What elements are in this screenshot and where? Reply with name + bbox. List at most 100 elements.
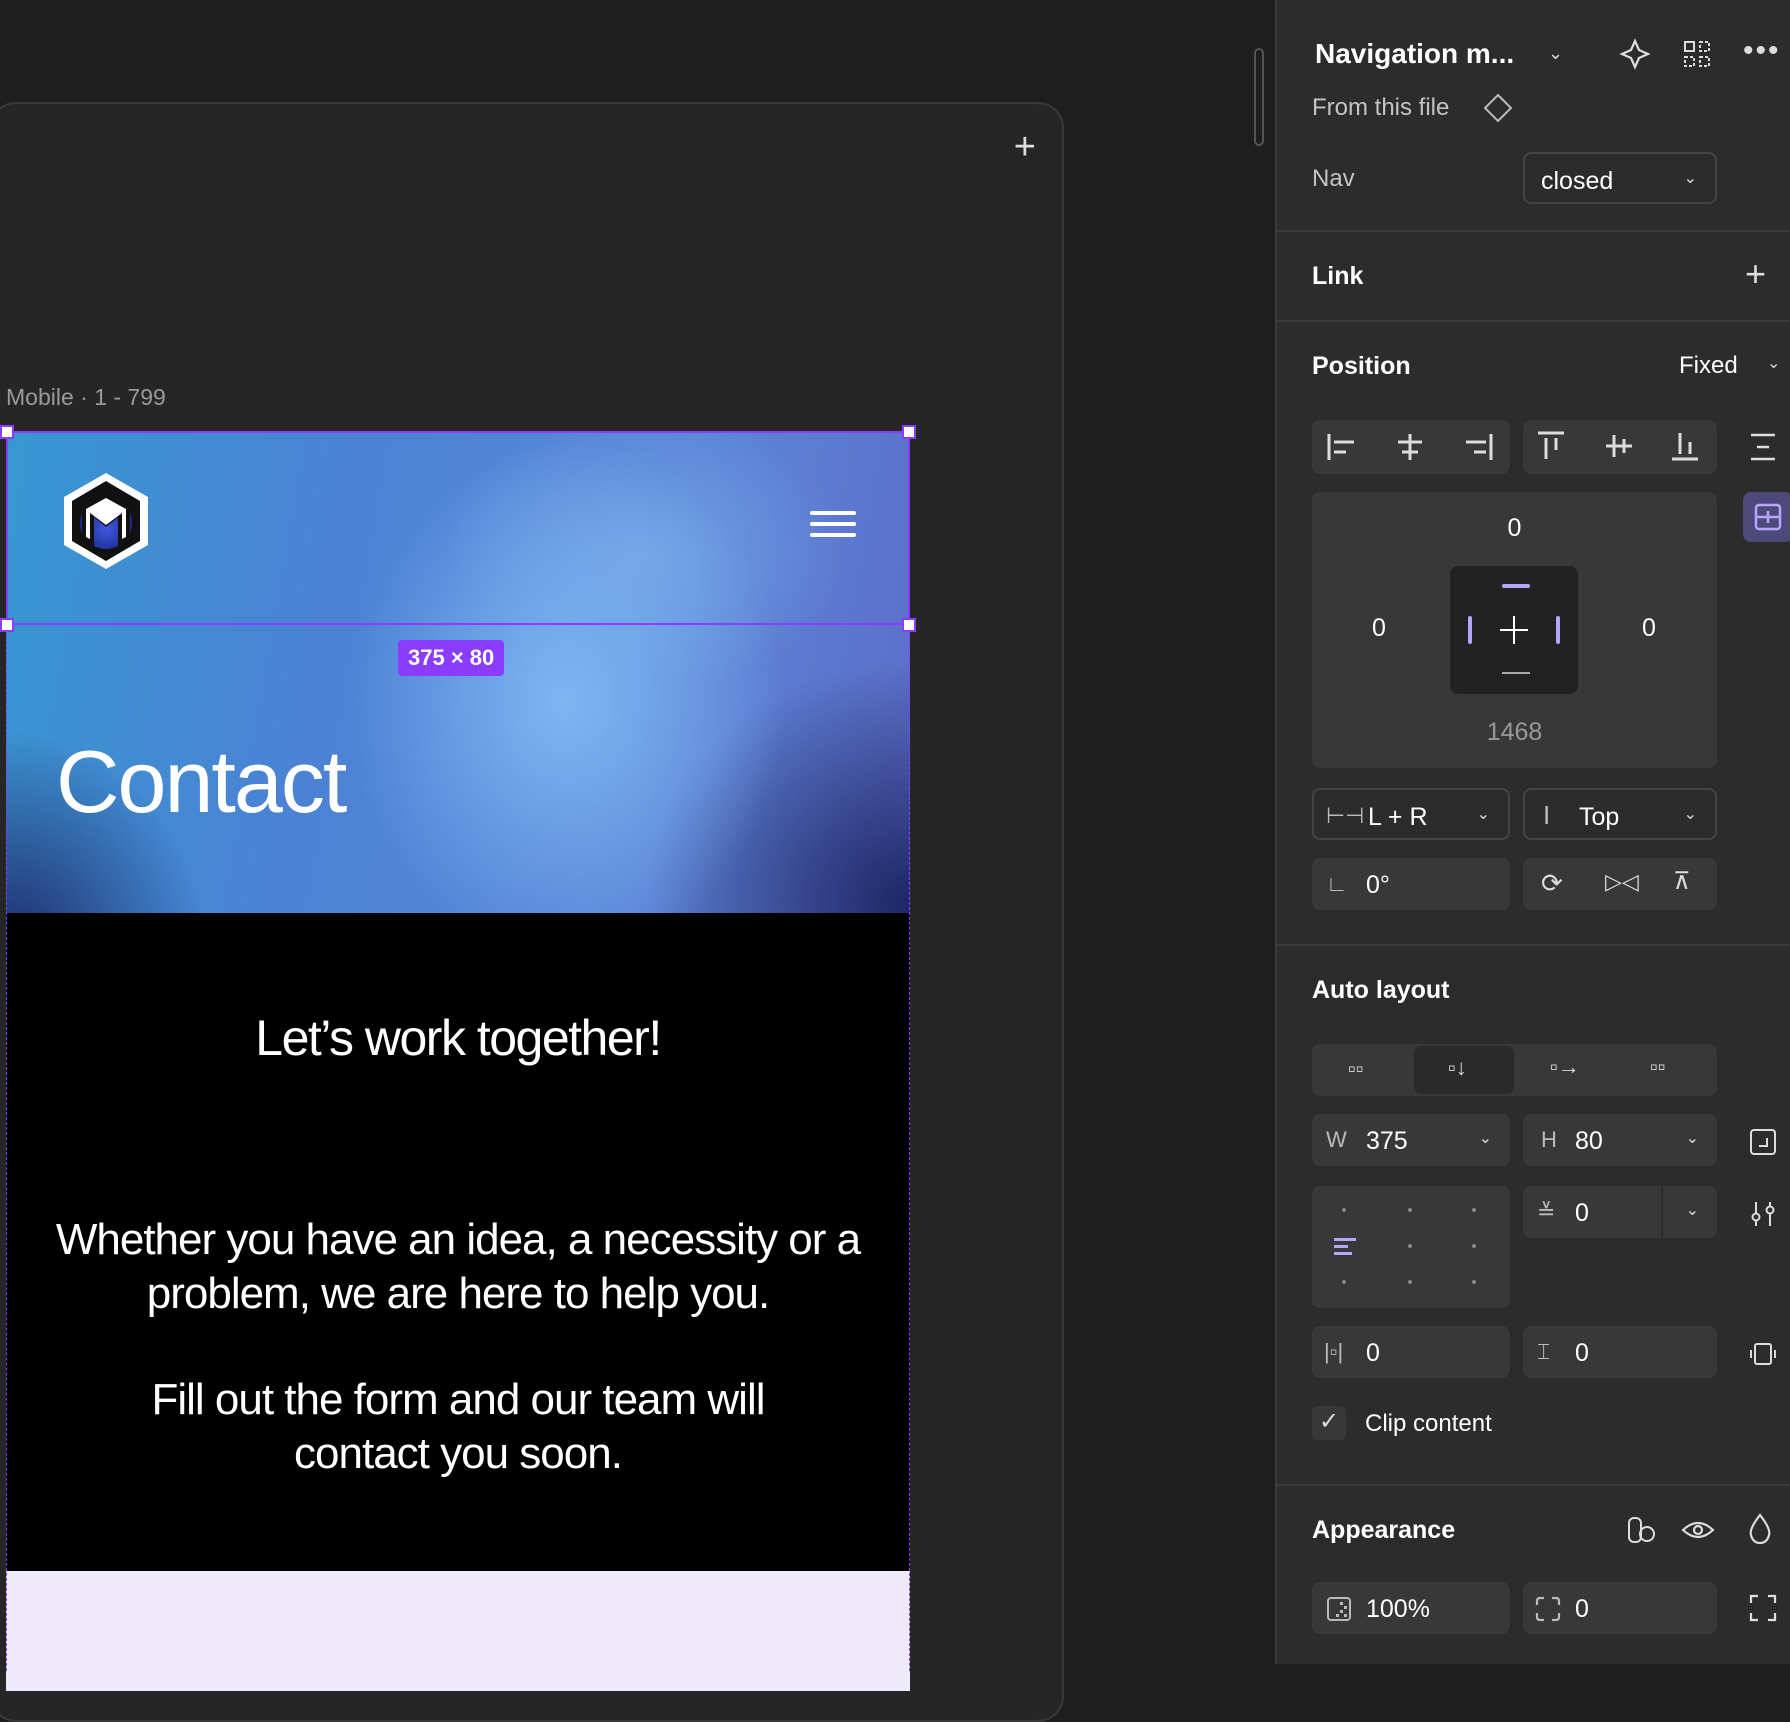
vertical-padding-value: 0 [1575, 1339, 1589, 1367]
horizontal-constraint-value: L + R [1368, 803, 1428, 831]
arrow-down-icon: ▫↓ [1448, 1055, 1467, 1080]
chevron-down-icon: ⌄ [1478, 1130, 1492, 1147]
horizontal-padding-value: 0 [1366, 1339, 1380, 1367]
chevron-down-icon[interactable]: ⌄ [1767, 356, 1780, 372]
constraint-right-value[interactable]: 0 [1642, 614, 1656, 643]
appearance-title: Appearance [1312, 1516, 1456, 1544]
chevron-down-icon[interactable]: ⌄ [1548, 44, 1563, 62]
alignment-grid[interactable] [1312, 1186, 1510, 1308]
nav-variant-value: closed [1541, 167, 1614, 195]
position-title: Position [1312, 352, 1411, 380]
horizontal-constraint-select[interactable]: ⊢⊣ L + R ⌄ [1312, 788, 1510, 840]
vertical-constraint-value: Top [1579, 803, 1620, 831]
align-bottom-icon[interactable] [1669, 430, 1701, 462]
blend-mode-icon[interactable] [1625, 1514, 1657, 1546]
padding-horizontal-icon: |▫| [1324, 1339, 1344, 1364]
opacity-input[interactable]: 100% [1312, 1582, 1510, 1634]
padding-vertical-icon: ⌶ [1537, 1339, 1551, 1364]
layout-grid-icon[interactable]: ▫▫ [1650, 1056, 1666, 1078]
design-canvas[interactable]: + Mobile · 1 - 799 Contact Let’s work to… [0, 0, 1275, 1722]
constraint-top-value[interactable]: 0 [1312, 514, 1717, 543]
form-section [6, 1571, 910, 1691]
menu-icon[interactable] [810, 511, 856, 543]
corner-radius-value: 0 [1575, 1595, 1589, 1623]
gap-input[interactable]: ≚ 0 ⌄ [1523, 1186, 1717, 1238]
horizontal-padding-input[interactable]: |▫| 0 [1312, 1326, 1510, 1378]
constraint-widget[interactable] [1450, 566, 1578, 694]
align-middle-icon[interactable] [1603, 430, 1635, 462]
link-title: Link [1312, 262, 1364, 290]
frame-label[interactable]: Mobile · 1 - 799 [6, 384, 166, 411]
constraint-left-value[interactable]: 0 [1372, 614, 1386, 643]
vertical-padding-input[interactable]: ⌶ 0 [1523, 1326, 1717, 1378]
link-section: Link + [1277, 232, 1790, 322]
align-right-icon[interactable] [1462, 432, 1494, 462]
grid-icon[interactable] [1683, 40, 1711, 68]
corner-radius-icon [1535, 1596, 1561, 1622]
auto-layout-section: Auto layout ▫▫ ▫↓ ▫→ ▫▫ W 375 ⌄ H 80 ⌄ ≚… [1277, 946, 1790, 1486]
chevron-down-icon: ⌄ [1683, 806, 1697, 823]
intro-paragraph: Whether you have an idea, a necessity or… [55, 1215, 861, 1318]
width-label: W [1326, 1127, 1347, 1152]
constraints-box: 0 0 0 1468 [1312, 492, 1717, 768]
form-paragraph: Fill out the form and our team will cont… [151, 1375, 765, 1478]
position-type[interactable]: Fixed [1679, 352, 1738, 380]
canvas-scrollbar[interactable] [1254, 48, 1264, 146]
flip-horizontal-icon[interactable]: ▷◁ [1605, 871, 1639, 893]
eye-icon[interactable] [1681, 1516, 1715, 1544]
resize-handle-top-left[interactable] [0, 425, 14, 439]
flip-vertical-icon[interactable]: ⊼ [1673, 870, 1691, 894]
component-section: Navigation m... ⌄ ••• From this file Nav… [1277, 0, 1790, 232]
align-left-icon[interactable] [1326, 432, 1358, 462]
horizontal-align-group [1312, 420, 1510, 474]
rotate-icon[interactable]: ⟳ [1541, 870, 1563, 896]
corner-radius-input[interactable]: 0 [1523, 1582, 1717, 1634]
individual-padding-icon[interactable] [1749, 1340, 1777, 1368]
width-input[interactable]: W 375 ⌄ [1312, 1114, 1510, 1166]
drop-icon[interactable] [1745, 1512, 1775, 1546]
resize-handle-bottom-right[interactable] [902, 618, 916, 632]
clip-content-checkbox[interactable]: ✓ [1312, 1406, 1346, 1440]
component-name[interactable]: Navigation m... [1315, 38, 1514, 70]
align-center-icon[interactable] [1394, 432, 1426, 462]
layout-free-icon[interactable]: ▫▫ [1348, 1058, 1364, 1080]
mobile-frame[interactable]: Contact Let’s work together! Whether you… [6, 431, 910, 1691]
resize-handle-bottom-left[interactable] [0, 618, 14, 632]
vertical-constraint-select[interactable]: I Top ⌄ [1523, 788, 1717, 840]
rotation-input[interactable]: ∟ 0° [1312, 858, 1510, 910]
chevron-down-icon: ⌄ [1476, 806, 1490, 823]
add-icon[interactable]: + [1014, 128, 1036, 166]
add-link-icon[interactable]: + [1745, 256, 1766, 292]
properties-panel: Navigation m... ⌄ ••• From this file Nav… [1275, 0, 1790, 1664]
height-input[interactable]: H 80 ⌄ [1523, 1114, 1717, 1166]
arrow-right-icon[interactable]: ▫→ [1550, 1056, 1580, 1078]
height-label: H [1541, 1127, 1557, 1152]
settings-sliders-icon[interactable] [1749, 1200, 1777, 1228]
gap-icon: ≚ [1537, 1199, 1556, 1224]
constraint-bottom-value[interactable]: 1468 [1312, 718, 1717, 747]
resize-handle-top-right[interactable] [902, 425, 916, 439]
horizontal-resize-icon: ⊢⊣ [1326, 803, 1365, 828]
angle-icon: ∟ [1326, 871, 1348, 896]
chevron-down-icon: ⌄ [1685, 1130, 1699, 1147]
height-value: 80 [1575, 1127, 1603, 1155]
vertical-resize-icon: I [1543, 800, 1551, 830]
opacity-icon [1327, 1597, 1351, 1621]
constraint-mode-toggle[interactable] [1743, 492, 1790, 542]
diamond-icon[interactable] [1482, 92, 1514, 124]
navigation-bar[interactable] [6, 431, 910, 625]
hero-title: Contact [56, 732, 347, 831]
component-icon[interactable] [1619, 38, 1651, 70]
more-icon[interactable]: ••• [1743, 36, 1781, 66]
resize-icon[interactable] [1749, 1128, 1777, 1156]
clip-content-label: Clip content [1365, 1410, 1492, 1437]
independent-corners-icon[interactable] [1749, 1594, 1777, 1622]
rotation-value: 0° [1366, 871, 1390, 899]
appearance-section: Appearance 100% 0 [1277, 1486, 1790, 1664]
nav-variant-select[interactable]: closed ⌄ [1523, 152, 1717, 204]
layout-vertical-option[interactable]: ▫↓ [1414, 1046, 1514, 1094]
chevron-down-icon: ⌄ [1685, 1202, 1699, 1219]
distribute-icon[interactable] [1747, 432, 1779, 462]
align-top-icon[interactable] [1535, 430, 1567, 462]
logo-icon [64, 473, 148, 569]
